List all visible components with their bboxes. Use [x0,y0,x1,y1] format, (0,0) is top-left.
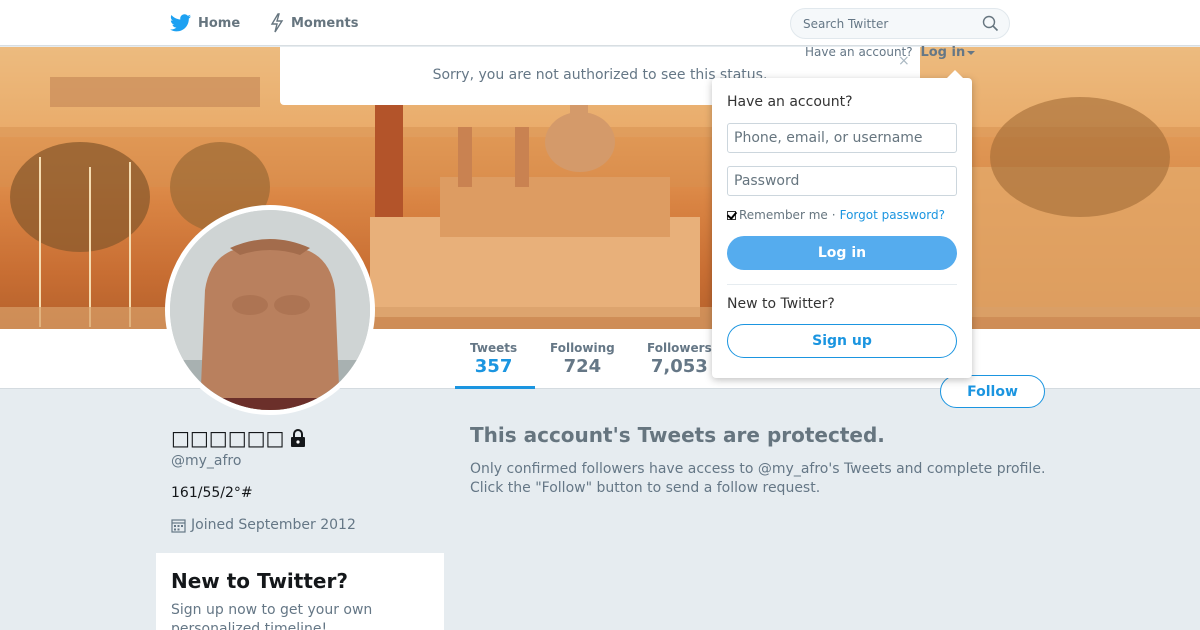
protected-title: This account's Tweets are protected. [470,423,885,447]
login-dropdown-toggle[interactable]: Log in [920,45,976,60]
dropdown-heading: Have an account? [727,94,853,110]
dropdown-divider [727,284,957,285]
stat-followers[interactable]: Followers 7,053 [647,341,712,377]
lightning-icon [270,13,284,33]
nav-moments-label: Moments [291,15,359,31]
avatar[interactable] [165,205,375,415]
stat-tweets-label: Tweets [470,341,518,355]
signup-card-text: Sign up now to get your own personalized… [171,602,373,630]
login-link-label: Log in [920,45,966,60]
follow-button[interactable]: Follow [940,375,1045,408]
login-prompt-question: Have an account? [805,45,913,59]
twitter-bird-icon [170,14,191,32]
avatar-image [170,210,370,410]
signup-card: New to Twitter? Sign up now to get your … [156,553,444,630]
remember-me-checkbox[interactable] [727,210,736,220]
separator: · [831,208,836,222]
stat-followers-label: Followers [647,341,712,355]
profile-handle[interactable]: @my_afro [171,453,241,469]
password-field[interactable] [727,166,957,196]
lock-icon [291,429,306,447]
stat-followers-value: 7,053 [650,356,708,377]
login-dropdown: Have an account? Remember me · Forgot pa… [712,70,972,378]
remember-me-label[interactable]: Remember me [739,208,828,222]
profile-joined: Joined September 2012 [171,517,356,533]
profile-name-text: □□□□□□ [171,426,285,450]
stat-following-label: Following [550,341,615,355]
stat-following-value: 724 [563,356,602,377]
log-in-button[interactable]: Log in [727,236,957,270]
search-icon[interactable] [982,15,999,32]
active-tab-indicator [455,386,535,389]
login-prompt: Have an account? Log in [805,45,976,60]
top-navigation: Home Moments [0,0,1200,46]
caret-down-icon [967,50,976,55]
avatar-photo [170,210,370,410]
stat-following[interactable]: Following 724 [550,341,615,377]
search-input[interactable] [791,9,971,38]
profile-bio: 161/55/2°# [171,485,253,501]
profile-name: □□□□□□ [171,426,306,450]
nav-home-label: Home [198,15,241,31]
signup-card-title: New to Twitter? [171,569,348,593]
search-box [790,8,1010,39]
profile-joined-text: Joined September 2012 [191,517,356,533]
dropdown-arrow [947,70,963,78]
sign-up-button[interactable]: Sign up [727,324,957,358]
username-field[interactable] [727,123,957,153]
nav-home[interactable]: Home [170,12,240,34]
forgot-password-link[interactable]: Forgot password? [840,208,945,222]
nav-moments[interactable]: Moments [270,12,358,34]
new-to-twitter-label: New to Twitter? [727,296,835,312]
calendar-icon [171,518,186,533]
stat-tweets[interactable]: Tweets 357 [470,341,517,377]
protected-text: Only confirmed followers have access to … [470,461,1046,496]
stat-tweets-value: 357 [474,356,513,377]
remember-row: Remember me · Forgot password? [727,208,945,222]
